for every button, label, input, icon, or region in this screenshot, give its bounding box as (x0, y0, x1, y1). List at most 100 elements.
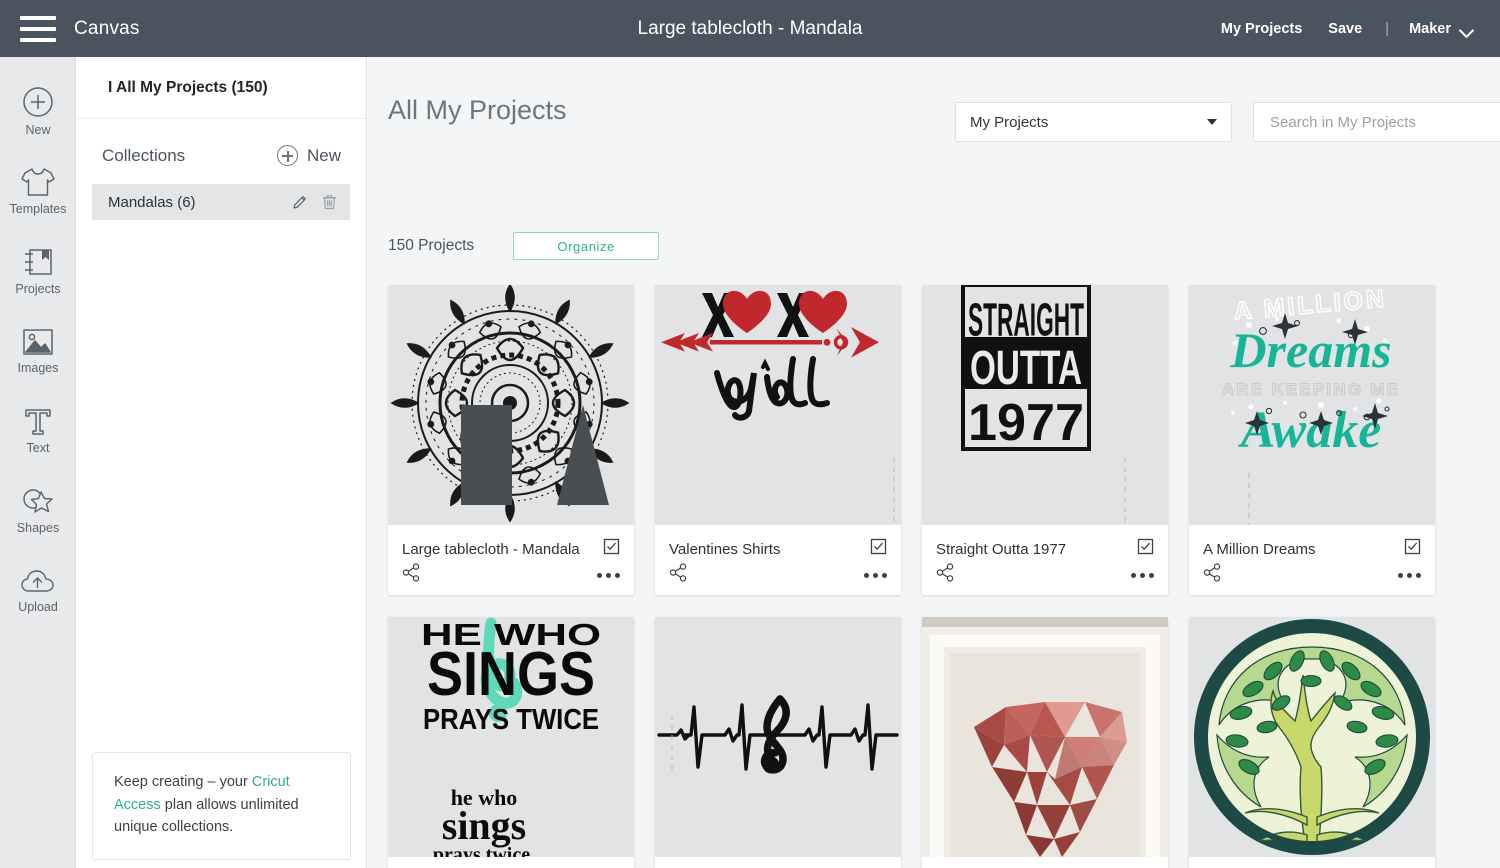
new-collection-label: New (306, 145, 341, 165)
collection-item-label: Mandalas (6) (108, 193, 196, 211)
cloud-upload-icon (20, 568, 56, 596)
checkbox-checked-icon[interactable] (870, 538, 887, 560)
my-projects-button[interactable]: My Projects (1208, 15, 1315, 43)
chevron-down-icon (1461, 25, 1474, 33)
svg-text:ARE KEEPING ME: ARE KEEPING ME (1222, 380, 1400, 399)
rail-label-upload: Upload (18, 600, 58, 614)
trash-icon[interactable] (322, 194, 337, 210)
search-box[interactable] (1253, 102, 1500, 142)
project-title-row: Valentines Shirts (669, 538, 887, 560)
more-dots-icon[interactable] (1398, 572, 1421, 578)
svg-text:PRAYS TWICE: PRAYS TWICE (423, 704, 599, 736)
hamburger-icon[interactable] (20, 15, 56, 42)
rail-item-projects[interactable]: Projects (0, 231, 76, 311)
search-input[interactable] (1268, 112, 1500, 132)
rail-label-templates: Templates (9, 202, 67, 216)
project-card[interactable]: Tree Mandala (1189, 617, 1435, 868)
panel-header[interactable]: I All My Projects (150) (76, 57, 366, 119)
project-actions (1203, 563, 1421, 587)
more-dots-icon[interactable] (597, 572, 620, 578)
project-actions (936, 563, 1154, 587)
svg-text:Awake: Awake (1238, 402, 1382, 459)
plus-circle-icon (276, 145, 298, 166)
project-meta: Heart 3D Pyramidal Wall ... (922, 857, 1168, 868)
top-bar-actions: My Projects Save | Maker (1208, 15, 1500, 43)
project-title-row: Large tablecloth - Mandala (402, 538, 620, 560)
project-meta: Straight Outta 1977 (922, 525, 1168, 595)
rail-item-images[interactable]: Images (0, 311, 76, 391)
text-t-icon (23, 407, 53, 437)
svg-text:OUTTA: OUTTA (970, 342, 1082, 395)
svg-text:SINGS: SINGS (427, 640, 595, 709)
share-icon[interactable] (1203, 563, 1222, 587)
canvas-label[interactable]: Canvas (74, 18, 140, 40)
rail-label-images: Images (17, 361, 59, 375)
project-title-row: A Million Dreams (1203, 538, 1421, 560)
new-collection-button[interactable]: New (276, 145, 341, 166)
project-thumbnail (655, 285, 901, 525)
collections-panel: I All My Projects (150) Collections New … (76, 57, 367, 868)
collection-item-mandalas[interactable]: Mandalas (6) (92, 184, 350, 220)
promo-text-before: Keep creating – your (114, 774, 252, 791)
project-card[interactable]: HE WHO SINGS PRAYS TWICE he who sings pr… (388, 617, 634, 868)
save-button[interactable]: Save (1315, 15, 1375, 43)
topbar-separator: | (1385, 20, 1390, 37)
more-dots-icon[interactable] (1131, 572, 1154, 578)
rail-item-shapes[interactable]: Shapes (0, 471, 76, 551)
treble-clef-heartbeat-art (655, 617, 901, 857)
share-icon[interactable] (936, 563, 955, 587)
plus-circle-icon (21, 85, 55, 119)
svg-text:1977: 1977 (968, 394, 1084, 452)
project-actions (669, 563, 887, 587)
collections-title: Collections (102, 145, 186, 165)
checkbox-checked-icon[interactable] (1137, 538, 1154, 560)
project-thumbnail: HE WHO SINGS PRAYS TWICE he who sings pr… (388, 617, 634, 857)
a-million-dreams-art: A MILLION Dreams ARE KEEPING ME Awake (1189, 285, 1435, 525)
svg-text:sings: sings (442, 803, 527, 848)
share-icon[interactable] (402, 563, 421, 587)
straight-outta-1977-art: STRAIGHT OUTTA 1977 (922, 285, 1168, 525)
project-thumbnail (655, 617, 901, 857)
rail-label-text: Text (26, 441, 50, 455)
project-thumbnail (388, 285, 634, 525)
project-thumbnail: A MILLION Dreams ARE KEEPING ME Awake (1189, 285, 1435, 525)
project-card[interactable]: Heart 3D Pyramidal Wall ... (922, 617, 1168, 868)
panel-header-label: I All My Projects (150) (108, 78, 268, 96)
pencil-icon[interactable] (292, 194, 308, 210)
page-title: All My Projects (388, 95, 567, 125)
main-content: All My Projects My Projects 150 Projects… (367, 57, 1500, 868)
picture-icon (21, 327, 55, 357)
project-card[interactable]: Treble Clef Heartbeat (655, 617, 901, 868)
mandala-tablecloth-art (388, 285, 634, 525)
project-thumbnail (922, 617, 1168, 857)
project-filter-select[interactable]: My Projects (955, 102, 1232, 142)
project-card[interactable]: Large tablecloth - Mandala (388, 285, 634, 595)
checkbox-checked-icon[interactable] (603, 538, 620, 560)
project-filter-value: My Projects (970, 113, 1049, 131)
collections-header-row: Collections New (76, 119, 366, 166)
shapes-icon (21, 487, 55, 517)
project-card[interactable]: STRAIGHT OUTTA 1977 Straight Outta 1977 (922, 285, 1168, 595)
top-bar: Canvas Large tablecloth - Mandala My Pro… (0, 0, 1500, 57)
rail-item-templates[interactable]: Templates (0, 151, 76, 231)
rail-item-upload[interactable]: Upload (0, 551, 76, 631)
xoxo-yall-art (655, 285, 901, 525)
tshirt-icon (19, 166, 57, 198)
checkbox-checked-icon[interactable] (1404, 538, 1421, 560)
project-thumbnail (1189, 617, 1435, 857)
machine-selector[interactable]: Maker (1399, 15, 1478, 43)
rail-item-new[interactable]: New (0, 71, 76, 151)
rail-item-text[interactable]: Text (0, 391, 76, 471)
share-icon[interactable] (669, 563, 688, 587)
project-card[interactable]: Valentines Shirts (655, 285, 901, 595)
book-bookmark-icon (22, 246, 54, 278)
project-title: Straight Outta 1977 (936, 540, 1067, 558)
project-actions (402, 563, 620, 587)
project-thumbnail: STRAIGHT OUTTA 1977 (922, 285, 1168, 525)
promo-card: Keep creating – your Cricut Access plan … (92, 752, 351, 860)
project-title: A Million Dreams (1203, 540, 1316, 558)
rail-label-new: New (25, 123, 51, 137)
project-card[interactable]: A MILLION Dreams ARE KEEPING ME Awake A … (1189, 285, 1435, 595)
more-dots-icon[interactable] (864, 572, 887, 578)
tree-mandala-art (1189, 617, 1435, 857)
